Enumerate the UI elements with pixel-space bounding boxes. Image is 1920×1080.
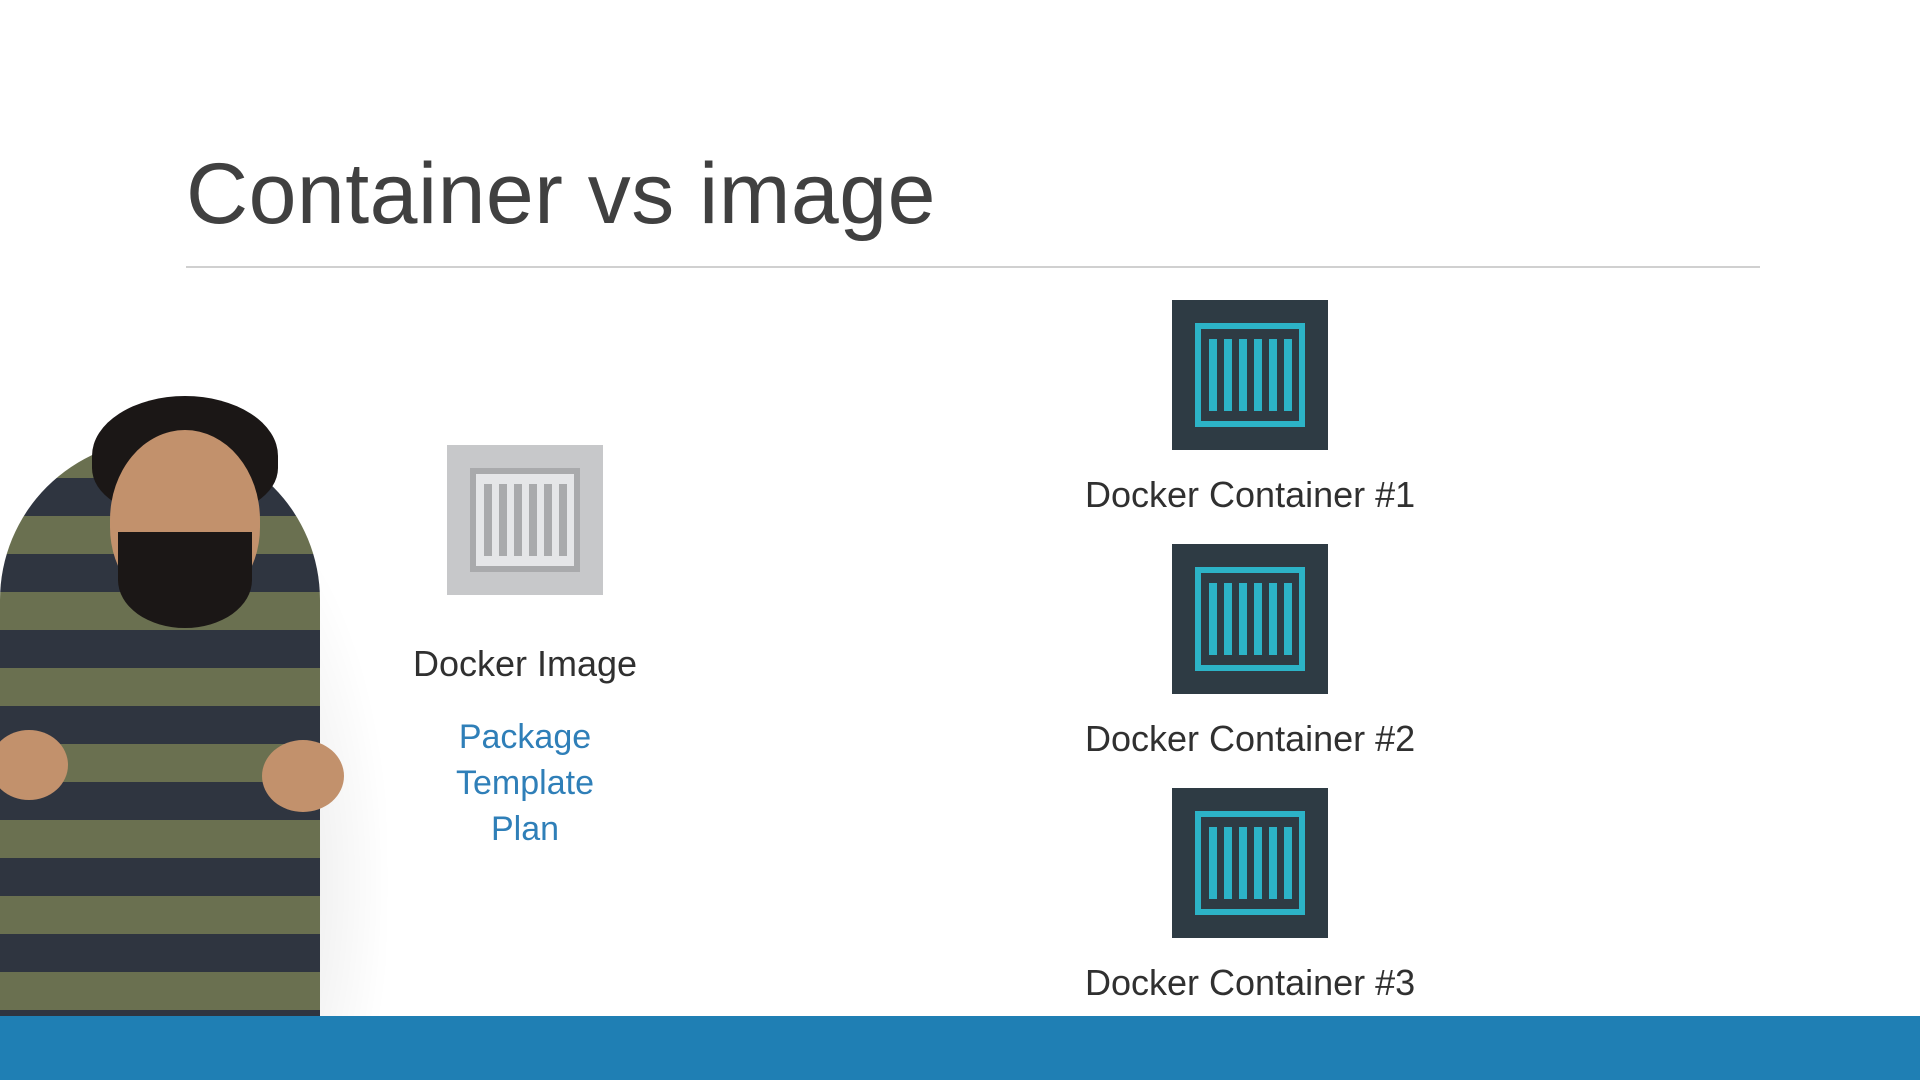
presenter-left-hand [0, 730, 68, 800]
container-unit-2: Docker Container #2 [1085, 544, 1415, 788]
presenter-body [0, 440, 320, 1080]
containers-column: Docker Container #1 Docker Container #2 … [1085, 300, 1415, 1004]
container-label-1: Docker Container #1 [1085, 474, 1415, 516]
docker-container-icon-inner [1195, 323, 1305, 427]
container-label-2: Docker Container #2 [1085, 718, 1415, 760]
slide-title: Container vs image [186, 145, 1760, 268]
keyword-plan: Plan [410, 807, 640, 853]
presenter-figure [0, 420, 360, 1080]
docker-container-icon [1172, 300, 1328, 450]
footer-bar [0, 1016, 1920, 1080]
docker-image-keywords: Package Template Plan [410, 715, 640, 853]
container-label-3: Docker Container #3 [1085, 962, 1415, 1004]
docker-container-icon [1172, 544, 1328, 694]
title-area: Container vs image [186, 145, 1760, 268]
docker-container-icon [1172, 788, 1328, 938]
docker-container-icon-inner [1195, 567, 1305, 671]
docker-container-icon-inner [1195, 811, 1305, 915]
docker-image-label: Docker Image [410, 643, 640, 685]
presenter-beard [118, 532, 252, 628]
docker-image-icon-inner [470, 468, 580, 572]
keyword-package: Package [410, 715, 640, 761]
slide: Container vs image Docker Image Package … [0, 0, 1920, 1080]
container-unit-1: Docker Container #1 [1085, 300, 1415, 544]
container-unit-3: Docker Container #3 [1085, 788, 1415, 1004]
presenter-right-hand [262, 740, 344, 812]
docker-image-block: Docker Image Package Template Plan [410, 445, 640, 853]
docker-image-icon [447, 445, 603, 595]
keyword-template: Template [410, 761, 640, 807]
